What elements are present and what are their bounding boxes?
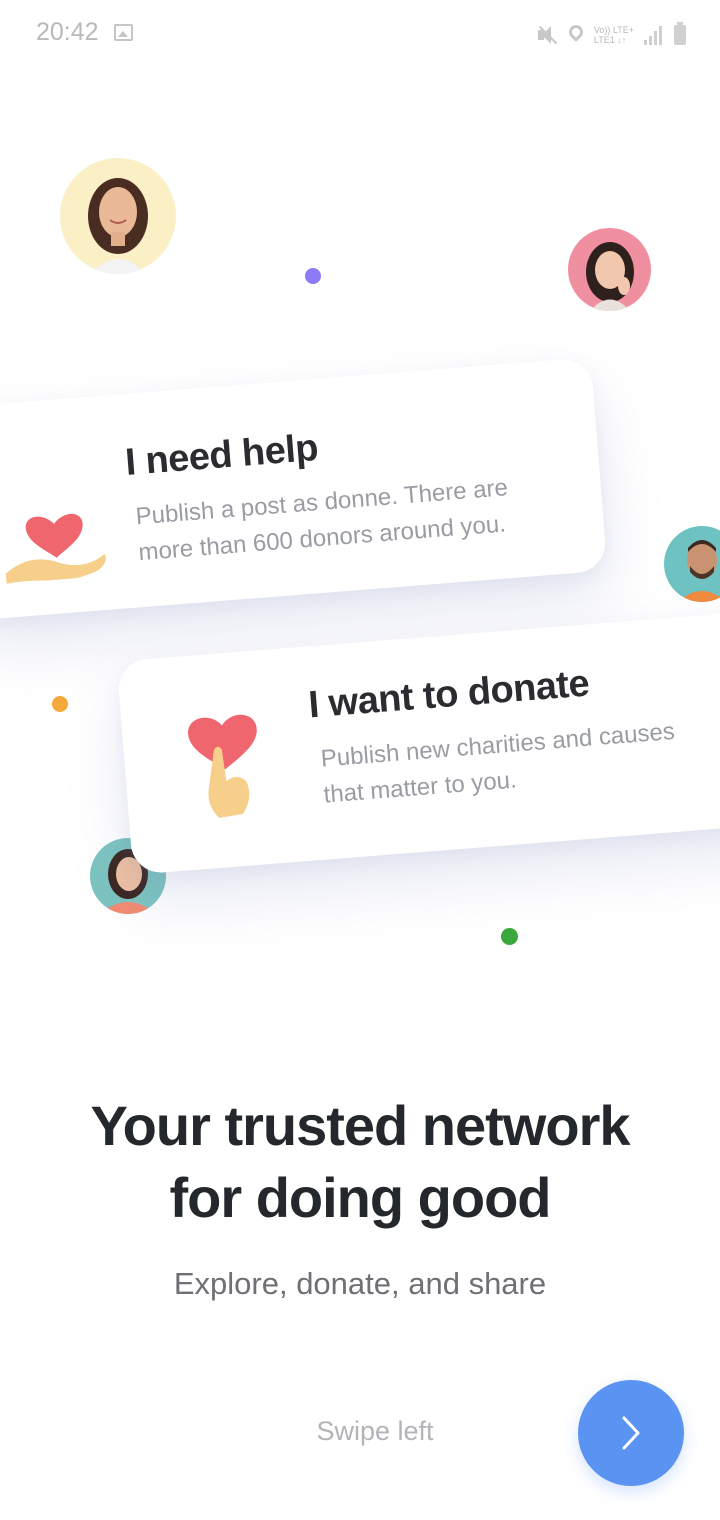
want-to-donate-card: I want to donate Publish new charities a… (116, 611, 720, 875)
location-icon (568, 24, 584, 46)
headline-line-2: for doing good (169, 1166, 552, 1229)
status-icons: Vo)) LTE+ LTE1 ↓↑ (536, 20, 686, 50)
swipe-hint: Swipe left (316, 1416, 434, 1446)
card-description: Publish a post as donne. There are more … (134, 470, 512, 571)
status-bar: 20:42 Vo)) LTE+ LTE1 ↓↑ (0, 0, 720, 66)
card-title: I want to donate (306, 662, 591, 727)
network-line-2: LTE1 ↓↑ (593, 35, 627, 45)
battery-icon (674, 22, 686, 45)
headline: Your trusted network for doing good (0, 1090, 720, 1234)
mute-icon (536, 24, 558, 46)
chevron-right-icon (622, 1416, 640, 1450)
orange-dot (52, 696, 68, 712)
next-button[interactable] (578, 1380, 684, 1486)
status-time: 20:42 (36, 18, 99, 46)
avatar-woman-yellow (60, 158, 176, 274)
avatar-man-teal (664, 526, 720, 602)
network-indicator: Vo)) LTE+ LTE1 ↓↑ (594, 25, 634, 45)
card-description: Publish new charities and causes that ma… (320, 714, 679, 814)
avatar-woman-pink (568, 228, 651, 311)
hand-holding-heart-icon (176, 700, 276, 832)
signal-icon (644, 25, 664, 45)
subheadline: Explore, donate, and share (173, 1266, 547, 1301)
need-help-card: I need help Publish a post as donne. The… (0, 357, 608, 621)
headline-line-1: Your trusted network (90, 1094, 630, 1157)
green-dot (501, 928, 518, 945)
heart-in-hand-icon (0, 476, 113, 589)
network-line-1: Vo)) LTE+ (593, 25, 634, 35)
gallery-notification-icon (114, 24, 133, 41)
purple-dot (305, 268, 321, 284)
card-title: I need help (123, 426, 320, 484)
